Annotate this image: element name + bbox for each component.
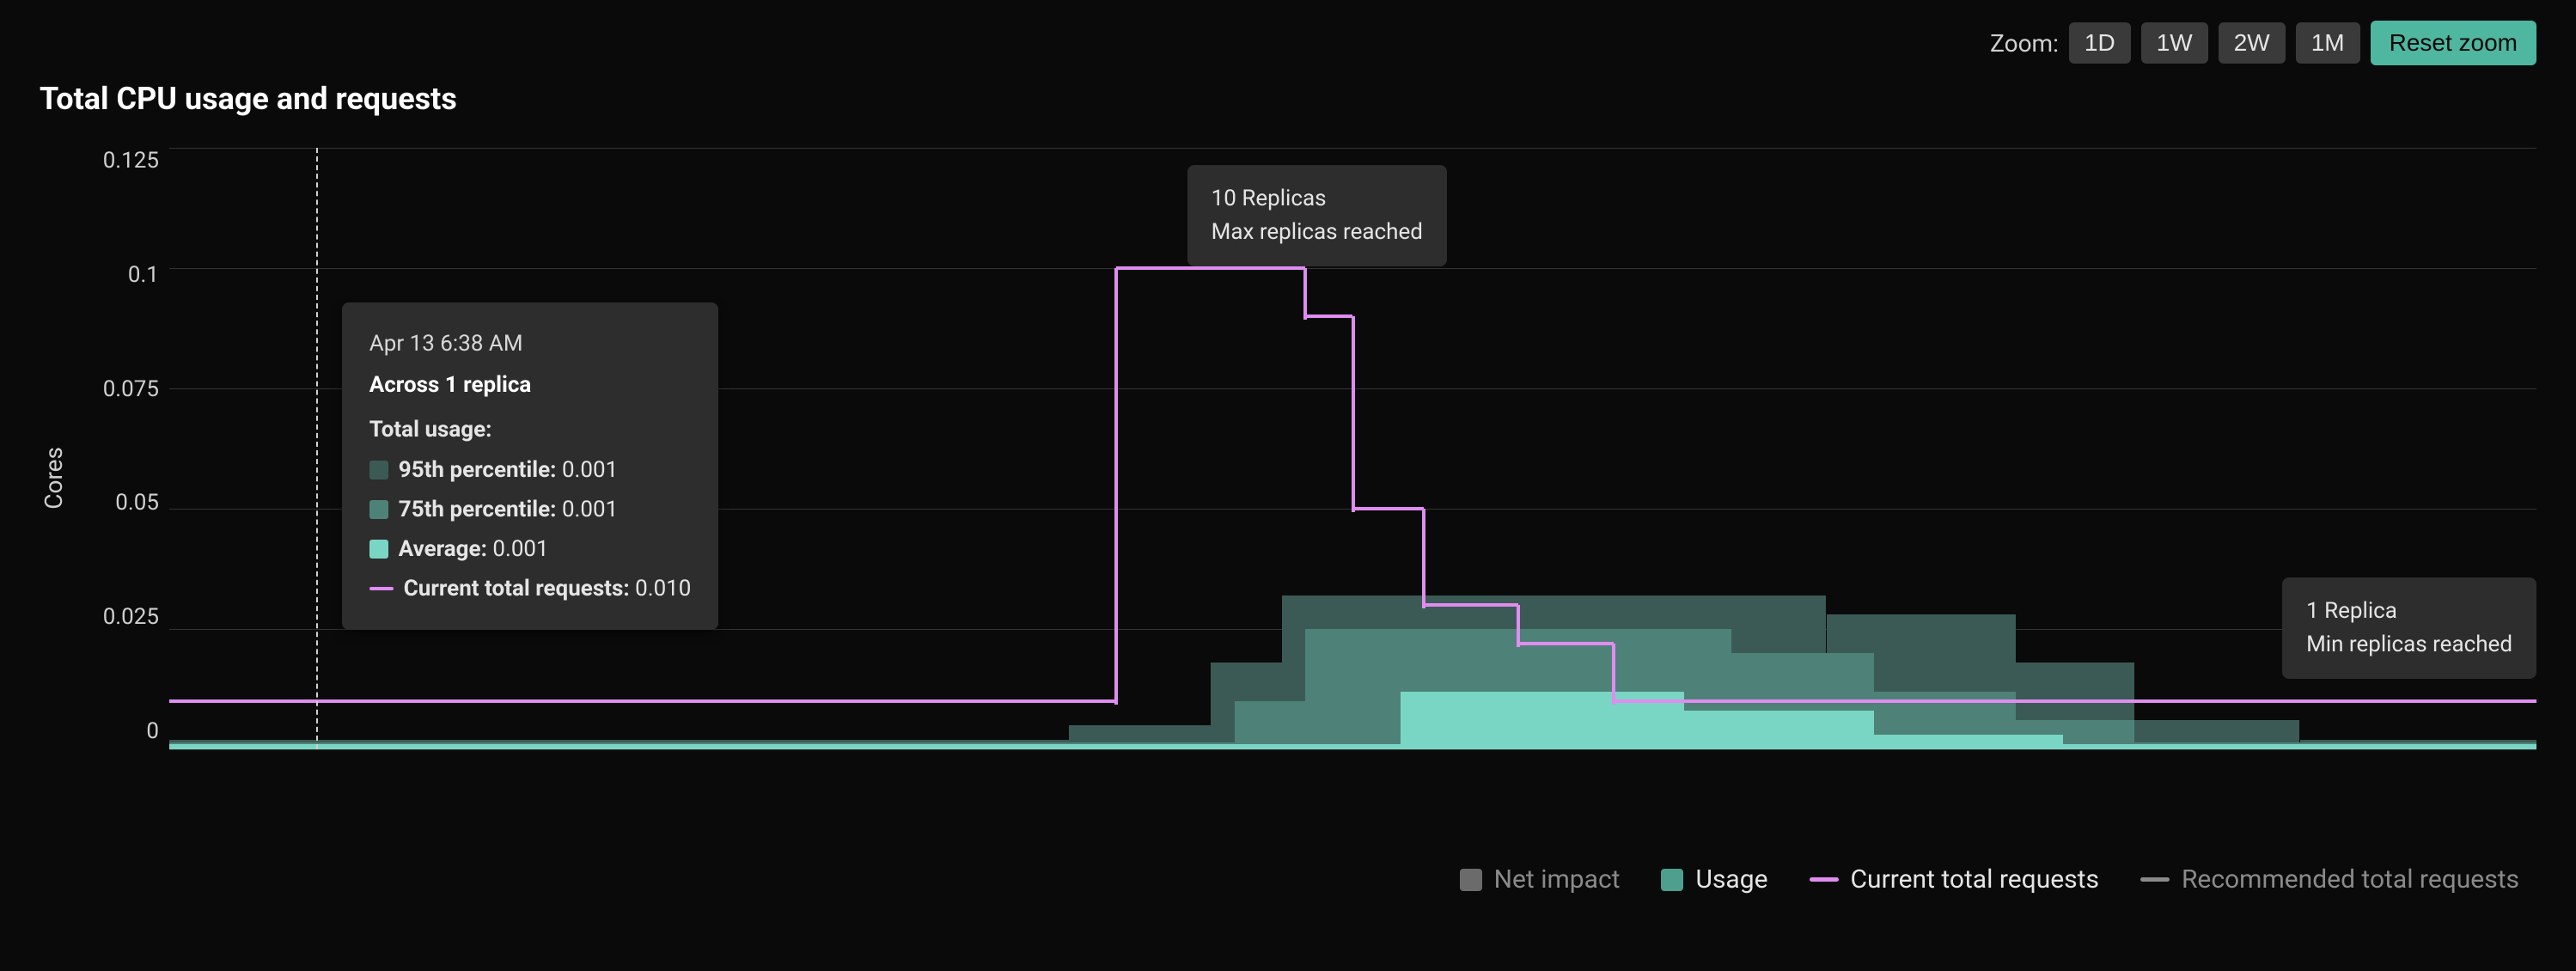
square-icon	[369, 461, 388, 479]
callout-min-replicas: 1 ReplicaMin replicas reached	[2282, 577, 2536, 679]
callout-max-replicas: 10 ReplicasMax replicas reached	[1187, 165, 1447, 266]
y-tick: 0.125	[103, 148, 159, 174]
line-icon	[369, 587, 394, 590]
zoom-1d-button[interactable]: 1D	[2069, 22, 2131, 64]
area-segment	[1684, 711, 1873, 749]
hover-cursor	[316, 148, 318, 749]
square-icon	[369, 500, 388, 519]
request-line	[1352, 316, 1355, 512]
request-line	[169, 699, 1116, 703]
legend-current-requests[interactable]: Current total requests	[1810, 864, 2099, 895]
zoom-2w-button[interactable]: 2W	[2219, 22, 2286, 64]
chart-title: Total CPU usage and requests	[40, 81, 2536, 117]
area-segment	[1235, 701, 1306, 749]
square-icon	[1661, 869, 1683, 891]
square-icon	[1460, 869, 1482, 891]
zoom-1w-button[interactable]: 1W	[2141, 22, 2208, 64]
y-tick: 0.075	[103, 376, 159, 402]
request-line	[1612, 644, 1615, 705]
request-line	[1518, 642, 1613, 645]
y-axis: 0.125 0.1 0.075 0.05 0.025 0	[75, 148, 169, 744]
hover-tooltip: Apr 13 6:38 AMAcross 1 replica Total usag…	[342, 302, 719, 630]
tooltip-section: Total usage:	[369, 411, 692, 449]
line-icon	[2140, 877, 2170, 882]
y-tick: 0.025	[103, 604, 159, 630]
area-segment	[2063, 744, 2536, 749]
gridline	[169, 268, 2536, 269]
request-line	[1114, 268, 1118, 705]
area-segment	[169, 744, 1401, 749]
request-line	[1305, 315, 1352, 318]
request-line	[1303, 268, 1307, 320]
zoom-label: Zoom:	[1990, 29, 2059, 58]
gridline	[169, 749, 2536, 750]
tooltip-replicas: Across 1 replica	[369, 366, 692, 404]
y-tick: 0	[146, 718, 159, 744]
y-tick: 0.1	[128, 262, 159, 288]
reset-zoom-button[interactable]: Reset zoom	[2371, 21, 2536, 65]
request-line	[1422, 509, 1425, 608]
zoom-controls: Zoom: 1D 1W 2W 1M Reset zoom	[40, 21, 2536, 65]
chart: Cores 0.125 0.1 0.075 0.05 0.025 0 Apr 1…	[40, 143, 2536, 813]
request-line	[1116, 266, 1305, 270]
request-line	[1614, 699, 2536, 703]
request-line	[1424, 603, 1518, 607]
request-line	[1353, 507, 1425, 510]
zoom-1m-button[interactable]: 1M	[2296, 22, 2360, 64]
y-tick: 0.05	[115, 490, 159, 516]
plot-area[interactable]: Apr 13 6:38 AMAcross 1 replica Total usag…	[169, 148, 2536, 749]
legend-usage[interactable]: Usage	[1661, 864, 1767, 895]
legend-net-impact[interactable]: Net impact	[1460, 864, 1621, 895]
legend-recommended-requests[interactable]: Recommended total requests	[2140, 864, 2519, 895]
y-axis-label: Cores	[40, 447, 68, 510]
area-segment	[1874, 735, 2063, 749]
request-line	[1517, 605, 1520, 647]
square-icon	[369, 540, 388, 559]
tooltip-time: Apr 13 6:38 AM	[369, 325, 692, 363]
legend: Net impact Usage Current total requests …	[40, 864, 2536, 895]
line-icon	[1810, 877, 1839, 882]
gridline	[169, 148, 2536, 149]
